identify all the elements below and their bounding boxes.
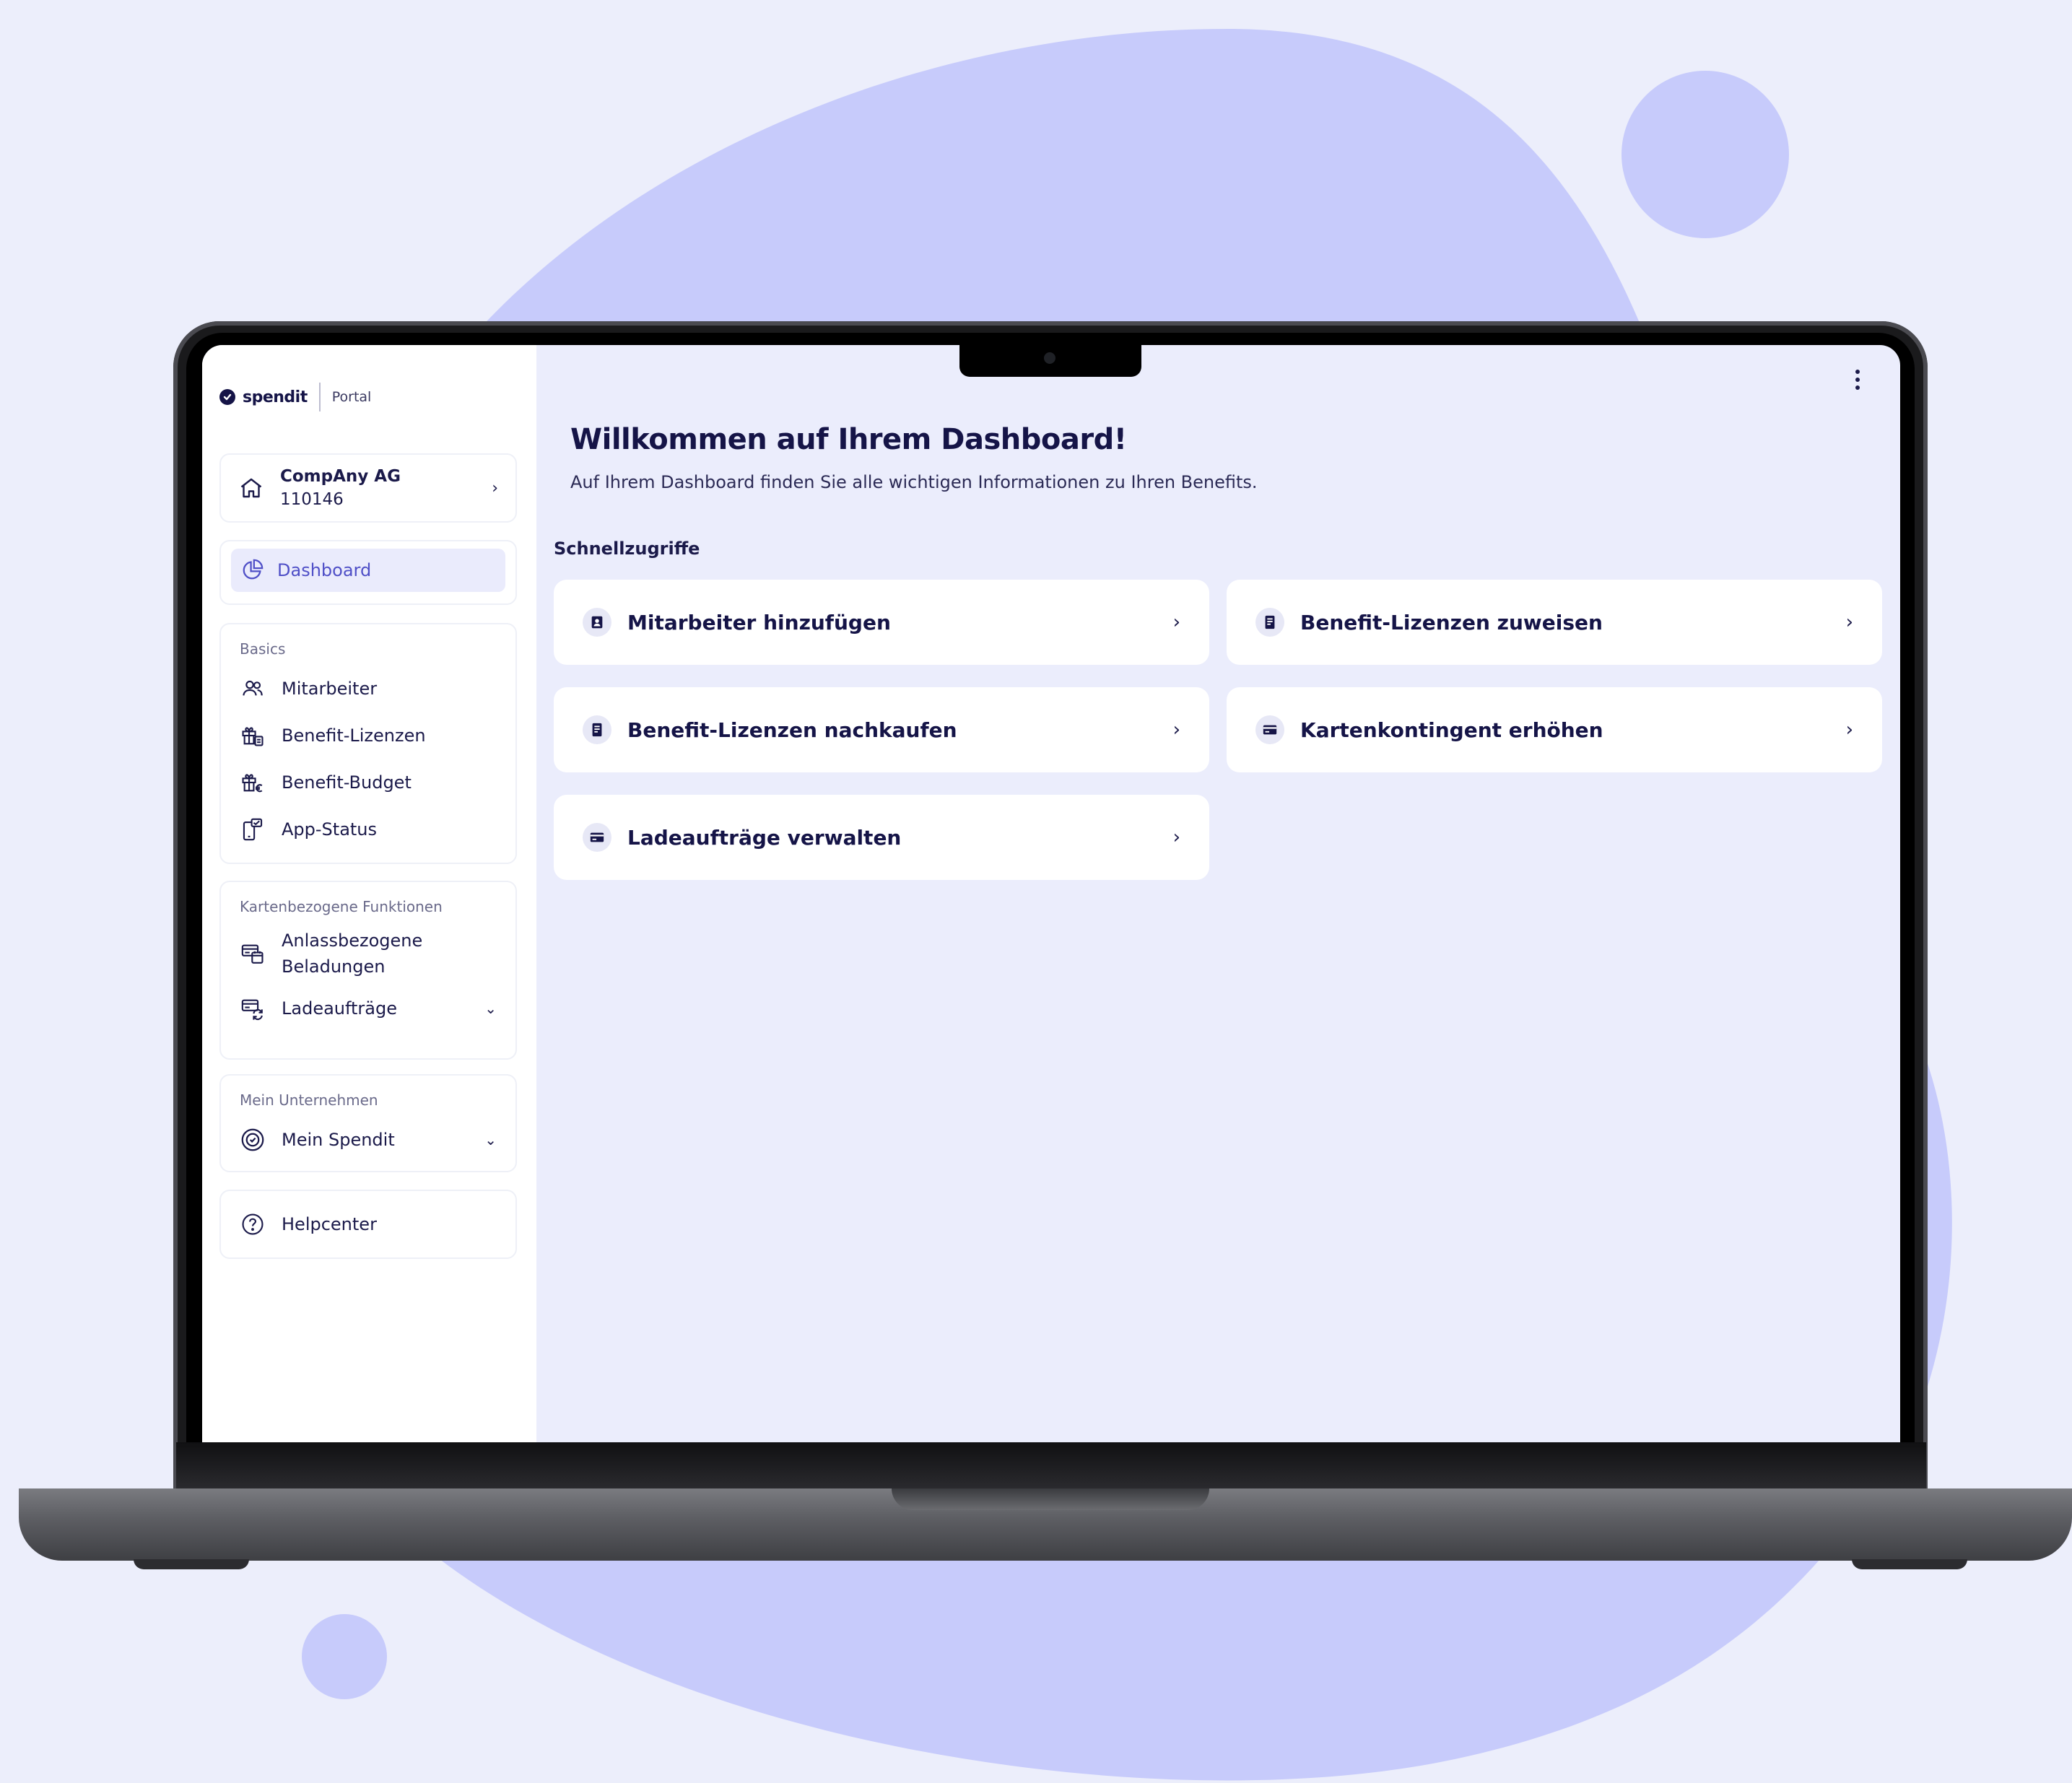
karten-section: Kartenbezogene Funktionen Anlassbezogene… — [219, 881, 517, 1060]
logo-divider — [318, 383, 321, 411]
page-title: Willkommen auf Ihrem Dashboard! — [570, 423, 1127, 456]
sidebar-item-label: App-Status — [282, 819, 378, 840]
sidebar-item-label: Benefit-Budget — [282, 772, 412, 793]
quick-tile-kartenkontingent-erhoehen[interactable]: Kartenkontingent erhöhen › — [1227, 687, 1882, 772]
sidebar-item-label: Mein Spendit — [282, 1129, 395, 1150]
sidebar-item-label: Benefit-Lizenzen — [282, 725, 426, 746]
chevron-right-icon: › — [492, 479, 498, 497]
laptop-base-notch — [892, 1488, 1209, 1510]
users-icon — [240, 677, 266, 700]
basics-section: Basics Mitarbeiter Benefit-Lizenzen Bene… — [219, 623, 517, 864]
page-subtitle: Auf Ihrem Dashboard finden Sie alle wich… — [570, 472, 1258, 492]
pie-chart-icon — [240, 558, 264, 583]
tile-label: Kartenkontingent erhöhen — [1300, 718, 1603, 742]
question-circle-icon — [240, 1212, 266, 1237]
spendit-logo-icon — [219, 389, 235, 405]
laptop-bezel-bottom — [176, 1442, 1926, 1488]
portal-label: Portal — [331, 389, 372, 405]
card-calendar-icon — [240, 941, 266, 966]
sidebar-item-label: Anlassbezogene Beladungen — [282, 928, 422, 980]
sidebar-item-mitarbeiter[interactable]: Mitarbeiter — [221, 665, 515, 712]
label-line-1: Anlassbezogene — [282, 930, 423, 951]
camera-icon — [1044, 352, 1055, 364]
sidebar-item-mein-spendit[interactable]: Mein Spendit ⌄ — [221, 1116, 515, 1163]
company-number: 110146 — [280, 490, 344, 509]
quick-access-heading: Schnellzugriffe — [554, 539, 700, 559]
home-icon — [238, 475, 264, 501]
quick-tile-mitarbeiter-hinzufuegen[interactable]: Mitarbeiter hinzufügen › — [554, 580, 1209, 665]
sidebar-item-benefit-budget[interactable]: Benefit-Budget — [221, 759, 515, 806]
gift-license-icon — [240, 723, 266, 748]
helpcenter-row: Helpcenter — [221, 1201, 515, 1248]
chevron-right-icon: › — [1172, 719, 1180, 741]
sidebar-item-label: Ladeaufträge — [282, 998, 398, 1019]
sidebar: spendit Portal CompAny AG 110146 › Dashb… — [202, 345, 536, 1442]
credit-card-icon — [1255, 715, 1284, 744]
tile-label: Benefit-Lizenzen zuweisen — [1300, 610, 1603, 635]
chevron-down-icon[interactable]: ⌄ — [484, 1131, 497, 1148]
unternehmen-section: Mein Unternehmen Mein Spendit ⌄ — [219, 1074, 517, 1172]
quick-tile-benefit-lizenzen-zuweisen[interactable]: Benefit-Lizenzen zuweisen › — [1227, 580, 1882, 665]
credit-card-icon — [583, 823, 611, 852]
chevron-down-icon[interactable]: ⌄ — [484, 1000, 497, 1017]
quick-tile-ladeauftraege-verwalten[interactable]: Ladeaufträge verwalten › — [554, 795, 1209, 880]
chevron-right-icon: › — [1172, 827, 1180, 848]
sidebar-item-helpcenter[interactable]: Helpcenter — [219, 1190, 517, 1259]
laptop-foot-left — [134, 1559, 249, 1569]
logo-wordmark: spendit — [243, 388, 308, 406]
person-card-icon — [583, 608, 611, 637]
section-title-karten: Kartenbezogene Funktionen — [240, 898, 443, 915]
sidebar-item-label: Helpcenter — [282, 1214, 377, 1234]
tile-label: Mitarbeiter hinzufügen — [627, 610, 891, 635]
card-refresh-icon — [240, 996, 266, 1021]
brand-logo[interactable]: spendit Portal — [219, 383, 371, 411]
sidebar-item-label: Mitarbeiter — [282, 678, 378, 699]
more-options-icon[interactable] — [1855, 370, 1860, 390]
sidebar-item-benefit-lizenzen[interactable]: Benefit-Lizenzen — [221, 712, 515, 759]
company-switcher[interactable]: CompAny AG 110146 › — [219, 453, 517, 523]
chevron-right-icon: › — [1845, 719, 1853, 741]
gift-euro-icon — [240, 770, 266, 795]
chevron-right-icon: › — [1172, 611, 1180, 633]
quick-tile-benefit-lizenzen-nachkaufen[interactable]: Benefit-Lizenzen nachkaufen › — [554, 687, 1209, 772]
sidebar-item-ladeauftraege[interactable]: Ladeaufträge ⌄ — [221, 985, 515, 1032]
sidebar-item-label: Dashboard — [277, 560, 372, 580]
sidebar-item-app-status[interactable]: App-Status — [221, 806, 515, 853]
tile-label: Benefit-Lizenzen nachkaufen — [627, 718, 957, 742]
label-line-2: Beladungen — [282, 956, 386, 977]
tile-label: Ladeaufträge verwalten — [627, 825, 902, 850]
company-name: CompAny AG — [280, 467, 401, 486]
spendit-badge-icon — [240, 1127, 266, 1153]
license-doc-icon — [583, 715, 611, 744]
phone-status-icon — [240, 817, 266, 842]
section-title-basics: Basics — [240, 640, 286, 658]
app-screen: spendit Portal CompAny AG 110146 › Dashb… — [202, 345, 1900, 1442]
sidebar-item-dashboard[interactable]: Dashboard — [231, 549, 505, 592]
sidebar-item-anlassbezogene-beladungen[interactable]: Anlassbezogene Beladungen — [221, 923, 515, 985]
laptop-foot-right — [1852, 1559, 1967, 1569]
section-title-unternehmen: Mein Unternehmen — [240, 1091, 378, 1109]
dashboard-nav-card: Dashboard — [219, 540, 517, 605]
chevron-right-icon: › — [1845, 611, 1853, 633]
license-doc-icon — [1255, 608, 1284, 637]
